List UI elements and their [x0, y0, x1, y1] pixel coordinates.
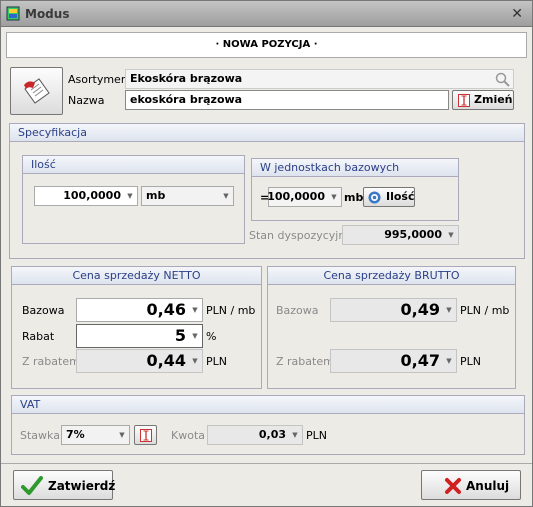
brutto-zrab-field: 0,47 ▼	[330, 349, 457, 373]
netto-zrab-value: 0,44	[146, 351, 186, 370]
document-stamp-icon	[24, 78, 50, 104]
base-quantity-button[interactable]: Ilość	[363, 187, 415, 207]
rabat-dropdown-icon[interactable]: ▼	[188, 325, 202, 347]
netto-zrab-dropdown-icon: ▼	[192, 357, 198, 365]
title-bar[interactable]: Modus ✕	[1, 1, 532, 27]
kwota-field: 0,03 ▼	[207, 425, 303, 445]
asortyment-label: Asortyment	[68, 73, 133, 86]
base-unit-label: mb	[344, 191, 364, 204]
stan-value: 995,0000	[384, 228, 442, 241]
brutto-bazowa-field: 0,49 ▼	[330, 298, 457, 322]
base-quantity-dropdown-icon[interactable]: ▼	[327, 188, 341, 206]
asortyment-field[interactable]: Ekoskóra brązowa	[125, 69, 514, 89]
base-quantity-button-label: Ilość	[386, 190, 415, 203]
netto-bazowa-label: Bazowa	[22, 304, 65, 317]
rabat-value: 5	[174, 326, 186, 345]
vat-title: VAT	[20, 398, 41, 411]
stawka-value: 7%	[66, 428, 85, 441]
change-name-label: Zmień	[474, 93, 513, 106]
stawka-label: Stawka	[20, 429, 60, 442]
netto-zrab-field: 0,44 ▼	[76, 349, 203, 373]
item-image-button[interactable]	[10, 67, 63, 115]
quantity-input[interactable]: 100,0000 ▼	[34, 186, 138, 206]
rabat-unit: %	[206, 330, 217, 343]
nazwa-input[interactable]: ekoskóra brązowa	[125, 90, 449, 110]
brutto-bazowa-unit: PLN / mb	[460, 304, 510, 317]
quantity-value: 100,0000	[63, 189, 121, 202]
app-icon	[6, 6, 20, 21]
cancel-button[interactable]: Anuluj	[421, 470, 521, 500]
brutto-bazowa-dropdown-icon: ▼	[446, 306, 452, 314]
base-units-header: W jednostkach bazowych	[252, 159, 458, 177]
stawka-dropdown-icon[interactable]: ▼	[115, 426, 129, 444]
cancel-icon	[445, 478, 461, 494]
netto-bazowa-unit: PLN / mb	[206, 304, 256, 317]
quantity-unit-value: mb	[146, 189, 166, 202]
window-title: Modus	[25, 7, 70, 21]
confirm-button-label: Zatwierdź	[48, 479, 116, 493]
specification-header: Specyfikacja	[10, 124, 524, 142]
brutto-zrab-dropdown-icon: ▼	[446, 357, 452, 365]
kwota-unit: PLN	[306, 429, 327, 442]
page-title-bar: · NOWA POZYCJA ·	[6, 32, 527, 58]
unit-dropdown-icon[interactable]: ▼	[219, 187, 233, 205]
gear-icon	[368, 191, 381, 204]
confirm-button[interactable]: Zatwierdź	[13, 470, 116, 500]
nazwa-label: Nazwa	[68, 94, 105, 107]
brutto-title: Cena sprzedaży BRUTTO	[323, 269, 460, 282]
stawka-select[interactable]: 7% ▼	[61, 425, 130, 445]
page-title: · NOWA POZYCJA ·	[215, 39, 318, 50]
netto-zrab-unit: PLN	[206, 355, 227, 368]
netto-title: Cena sprzedaży NETTO	[72, 269, 201, 282]
close-icon[interactable]: ✕	[511, 6, 523, 22]
brutto-header: Cena sprzedaży BRUTTO	[268, 267, 515, 285]
text-cursor-icon	[140, 429, 152, 442]
text-cursor-icon	[458, 94, 470, 107]
stan-dropdown-icon: ▼	[448, 231, 454, 239]
vat-header: VAT	[12, 396, 524, 414]
rabat-label: Rabat	[22, 330, 55, 343]
stan-field: 995,0000 ▼	[342, 225, 459, 245]
netto-bazowa-value: 0,46	[146, 300, 186, 319]
quantity-header: Ilość	[23, 156, 244, 174]
search-icon[interactable]	[495, 72, 510, 87]
kwota-dropdown-icon: ▼	[292, 431, 298, 439]
quantity-dropdown-icon[interactable]: ▼	[123, 187, 137, 205]
footer-divider	[1, 463, 532, 464]
netto-header: Cena sprzedaży NETTO	[12, 267, 261, 285]
quantity-unit-select[interactable]: mb ▼	[141, 186, 234, 206]
brutto-bazowa-label: Bazowa	[276, 304, 319, 317]
base-units-title: W jednostkach bazowych	[260, 161, 400, 174]
brutto-zrab-label: Z rabatem	[276, 355, 334, 368]
quantity-title: Ilość	[31, 158, 56, 171]
rabat-input[interactable]: 5 ▼	[76, 324, 203, 348]
dialog-window: Modus ✕ · NOWA POZYCJA · Asortyment Ekos…	[0, 0, 533, 507]
stawka-edit-button[interactable]	[134, 425, 157, 445]
brutto-zrab-unit: PLN	[460, 355, 481, 368]
base-quantity-field[interactable]: 100,0000 ▼	[267, 187, 342, 207]
brutto-zrab-value: 0,47	[400, 351, 440, 370]
asortyment-value: Ekoskóra brązowa	[130, 72, 243, 85]
cancel-button-label: Anuluj	[466, 479, 510, 493]
change-name-button[interactable]: Zmień	[452, 90, 514, 110]
netto-bazowa-dropdown-icon[interactable]: ▼	[188, 299, 202, 321]
netto-zrab-label: Z rabatem	[22, 355, 80, 368]
netto-bazowa-input[interactable]: 0,46 ▼	[76, 298, 203, 322]
nazwa-value: ekoskóra brązowa	[130, 93, 243, 106]
kwota-value: 0,03	[258, 428, 286, 441]
kwota-label: Kwota	[171, 429, 205, 442]
brutto-bazowa-value: 0,49	[400, 300, 440, 319]
specification-title: Specyfikacja	[18, 126, 87, 139]
base-quantity-value: 100,0000	[267, 190, 325, 203]
checkmark-icon	[21, 476, 43, 495]
stan-label: Stan dyspozycyjny	[249, 229, 352, 242]
